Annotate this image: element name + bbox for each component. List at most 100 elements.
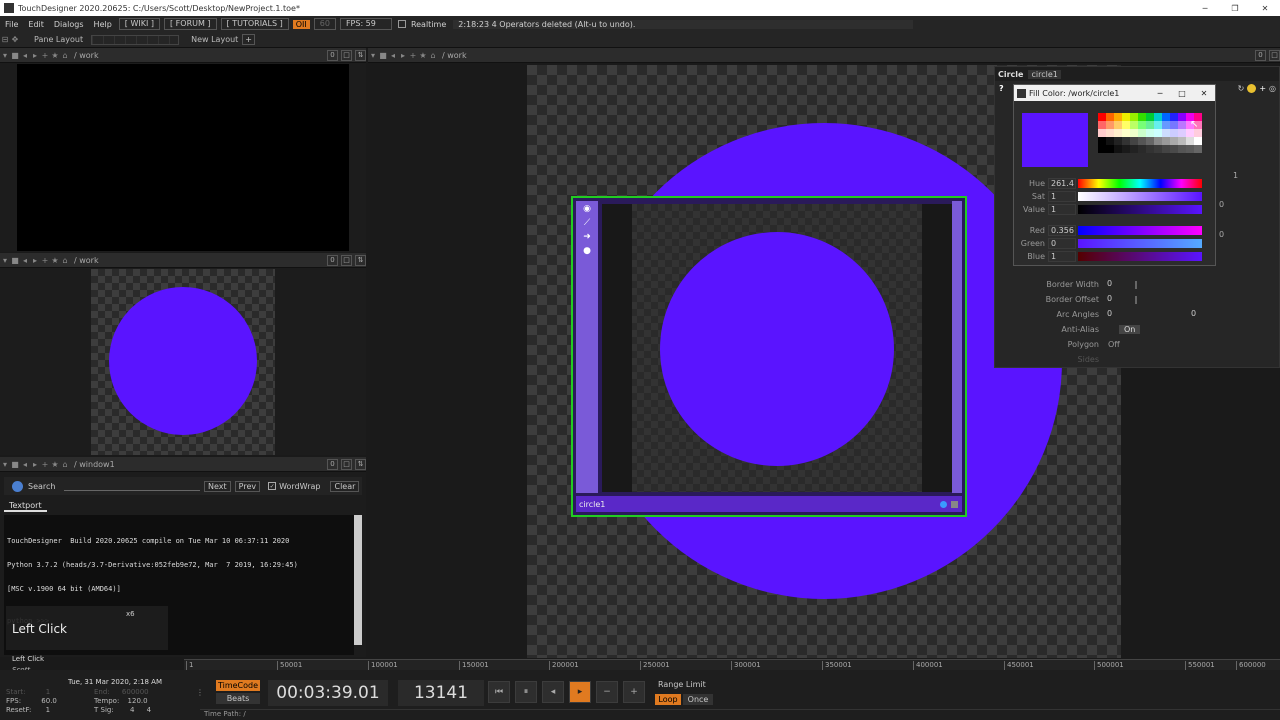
display-icon[interactable]: ➜ (576, 232, 598, 242)
tutorials-button[interactable]: [ TUTORIALS ] (220, 18, 289, 30)
timeline-expand-icon[interactable]: ⋮ (196, 688, 204, 697)
green-slider[interactable] (1078, 239, 1202, 248)
back-icon[interactable]: ◂ (20, 460, 30, 469)
op-name[interactable]: circle1 (1028, 69, 1061, 79)
add-icon[interactable]: + (408, 51, 418, 60)
stop-icon[interactable]: ■ (10, 256, 20, 265)
add-icon[interactable]: + (40, 460, 50, 469)
oi-button[interactable]: OII (292, 19, 310, 29)
circle-node[interactable]: ◉ ⟋ ➜ ● circle1 (571, 196, 967, 517)
new-layout-label[interactable]: New Layout (191, 35, 238, 44)
timeline-ruler[interactable]: 1 50001 100001 150001 200001 250001 300001 3500… (184, 659, 1280, 670)
next-button[interactable]: Next (204, 480, 231, 492)
forward-icon[interactable]: ▸ (30, 256, 40, 265)
prev-button[interactable]: Prev (234, 480, 261, 492)
node-viewer[interactable] (602, 204, 952, 492)
step-back-button[interactable]: ◂ (542, 681, 564, 703)
viewer-toggle-icon[interactable]: ◉ (576, 204, 598, 214)
loop-button[interactable]: Loop (655, 694, 681, 705)
maximize-pane-icon[interactable]: □ (341, 458, 352, 470)
move-icon[interactable]: ✥ (10, 35, 20, 44)
stop-icon[interactable]: ■ (378, 51, 388, 60)
color-swatch-grid[interactable] (1098, 113, 1202, 153)
step-plus-button[interactable]: + (623, 681, 645, 703)
home-icon[interactable]: ⌂ (60, 460, 70, 469)
wordwrap-checkbox[interactable]: ✓ (268, 482, 277, 490)
hue-slider[interactable] (1078, 179, 1202, 188)
bookmark-icon[interactable]: ★ (50, 460, 60, 469)
value-field[interactable]: 1 (1048, 204, 1076, 215)
arc-angle-end[interactable]: 0 (1189, 309, 1269, 320)
bookmark-icon[interactable]: ★ (50, 51, 60, 60)
add-icon[interactable]: + (40, 256, 50, 265)
step-minus-button[interactable]: − (596, 681, 618, 703)
pane-menu-icon[interactable]: ▾ (0, 256, 10, 265)
add-icon[interactable]: + (40, 51, 50, 60)
border-offset-slider[interactable] (1135, 295, 1137, 304)
border-width-slider[interactable] (1135, 280, 1137, 289)
blue-field[interactable]: 1 (1048, 251, 1076, 262)
stop-icon[interactable]: ■ (10, 460, 20, 469)
maximize-icon[interactable]: ❐ (1220, 4, 1250, 13)
forward-icon[interactable]: ▸ (30, 460, 40, 469)
sat-field[interactable]: 1 (1048, 191, 1076, 202)
refresh-icon[interactable]: ↻ (1238, 84, 1245, 93)
bypass-icon[interactable]: ⟋ (576, 218, 598, 228)
help-icon[interactable]: ? (999, 84, 1004, 93)
frame-display[interactable]: 13141 (398, 680, 484, 706)
split-pane-icon[interactable]: ⇅ (355, 458, 366, 470)
node-name[interactable]: circle1 (579, 500, 605, 509)
pause-button[interactable]: ⏸ (515, 681, 537, 703)
bookmark-icon[interactable]: ★ (50, 256, 60, 265)
dialog-maximize-icon[interactable]: □ (1171, 89, 1193, 98)
param-value-3[interactable]: 0 (1219, 230, 1224, 239)
forward-icon[interactable]: ▸ (398, 51, 408, 60)
sat-slider[interactable] (1078, 192, 1202, 201)
maximize-pane-icon[interactable]: □ (341, 254, 352, 266)
dialog-close-icon[interactable]: ✕ (1193, 89, 1215, 98)
home-icon[interactable]: ⌂ (60, 51, 70, 60)
once-button[interactable]: Once (683, 694, 713, 705)
realtime-checkbox[interactable] (397, 20, 406, 28)
bookmark-icon[interactable]: ★ (418, 51, 428, 60)
rewind-button[interactable]: ⏮ (488, 681, 510, 703)
search-input[interactable] (64, 489, 200, 491)
lock-icon[interactable]: ● (576, 246, 598, 256)
pane-menu-icon[interactable]: ▾ (0, 460, 10, 469)
clear-button[interactable]: Clear (330, 480, 360, 492)
menu-file[interactable]: File (0, 20, 23, 29)
layout-presets[interactable] (91, 34, 180, 45)
menu-edit[interactable]: Edit (23, 20, 49, 29)
param-value-1[interactable]: 1 (1233, 171, 1238, 180)
fps-target[interactable]: 60 (313, 18, 336, 30)
new-layout-plus[interactable]: + (242, 34, 255, 45)
beats-button[interactable]: Beats (216, 693, 260, 704)
red-field[interactable]: 0.356 (1048, 225, 1076, 236)
border-width-field[interactable]: 0 (1105, 279, 1135, 290)
pane-1-viewer[interactable] (17, 64, 349, 251)
red-slider[interactable] (1078, 226, 1202, 235)
dialog-minimize-icon[interactable]: ─ (1149, 89, 1171, 98)
green-field[interactable]: 0 (1048, 238, 1076, 249)
pane-menu-icon[interactable]: ▾ (0, 51, 10, 60)
value-slider[interactable] (1078, 205, 1202, 214)
time-display[interactable]: 00:03:39.01 (268, 680, 388, 706)
minimize-icon[interactable]: ─ (1190, 4, 1220, 13)
border-offset-field[interactable]: 0 (1105, 294, 1135, 305)
add-param-icon[interactable]: + (1259, 84, 1266, 93)
close-icon[interactable]: ✕ (1250, 4, 1280, 13)
blue-slider[interactable] (1078, 252, 1202, 261)
split-pane-icon[interactable]: ⇅ (355, 254, 366, 266)
back-icon[interactable]: ◂ (20, 256, 30, 265)
forward-icon[interactable]: ▸ (30, 51, 40, 60)
back-icon[interactable]: ◂ (20, 51, 30, 60)
antialias-toggle[interactable]: On (1119, 325, 1141, 334)
forum-button[interactable]: [ FORUM ] (164, 18, 217, 30)
hue-field[interactable]: 261.4 (1048, 178, 1076, 189)
timecode-button[interactable]: TimeCode (216, 680, 260, 691)
split-pane-icon[interactable]: ⇅ (355, 49, 366, 61)
pane-2-viewer[interactable] (91, 269, 275, 455)
stop-icon[interactable]: ■ (10, 51, 20, 60)
menu-dialogs[interactable]: Dialogs (49, 20, 89, 29)
pane-menu-icon[interactable]: ▾ (368, 51, 378, 60)
